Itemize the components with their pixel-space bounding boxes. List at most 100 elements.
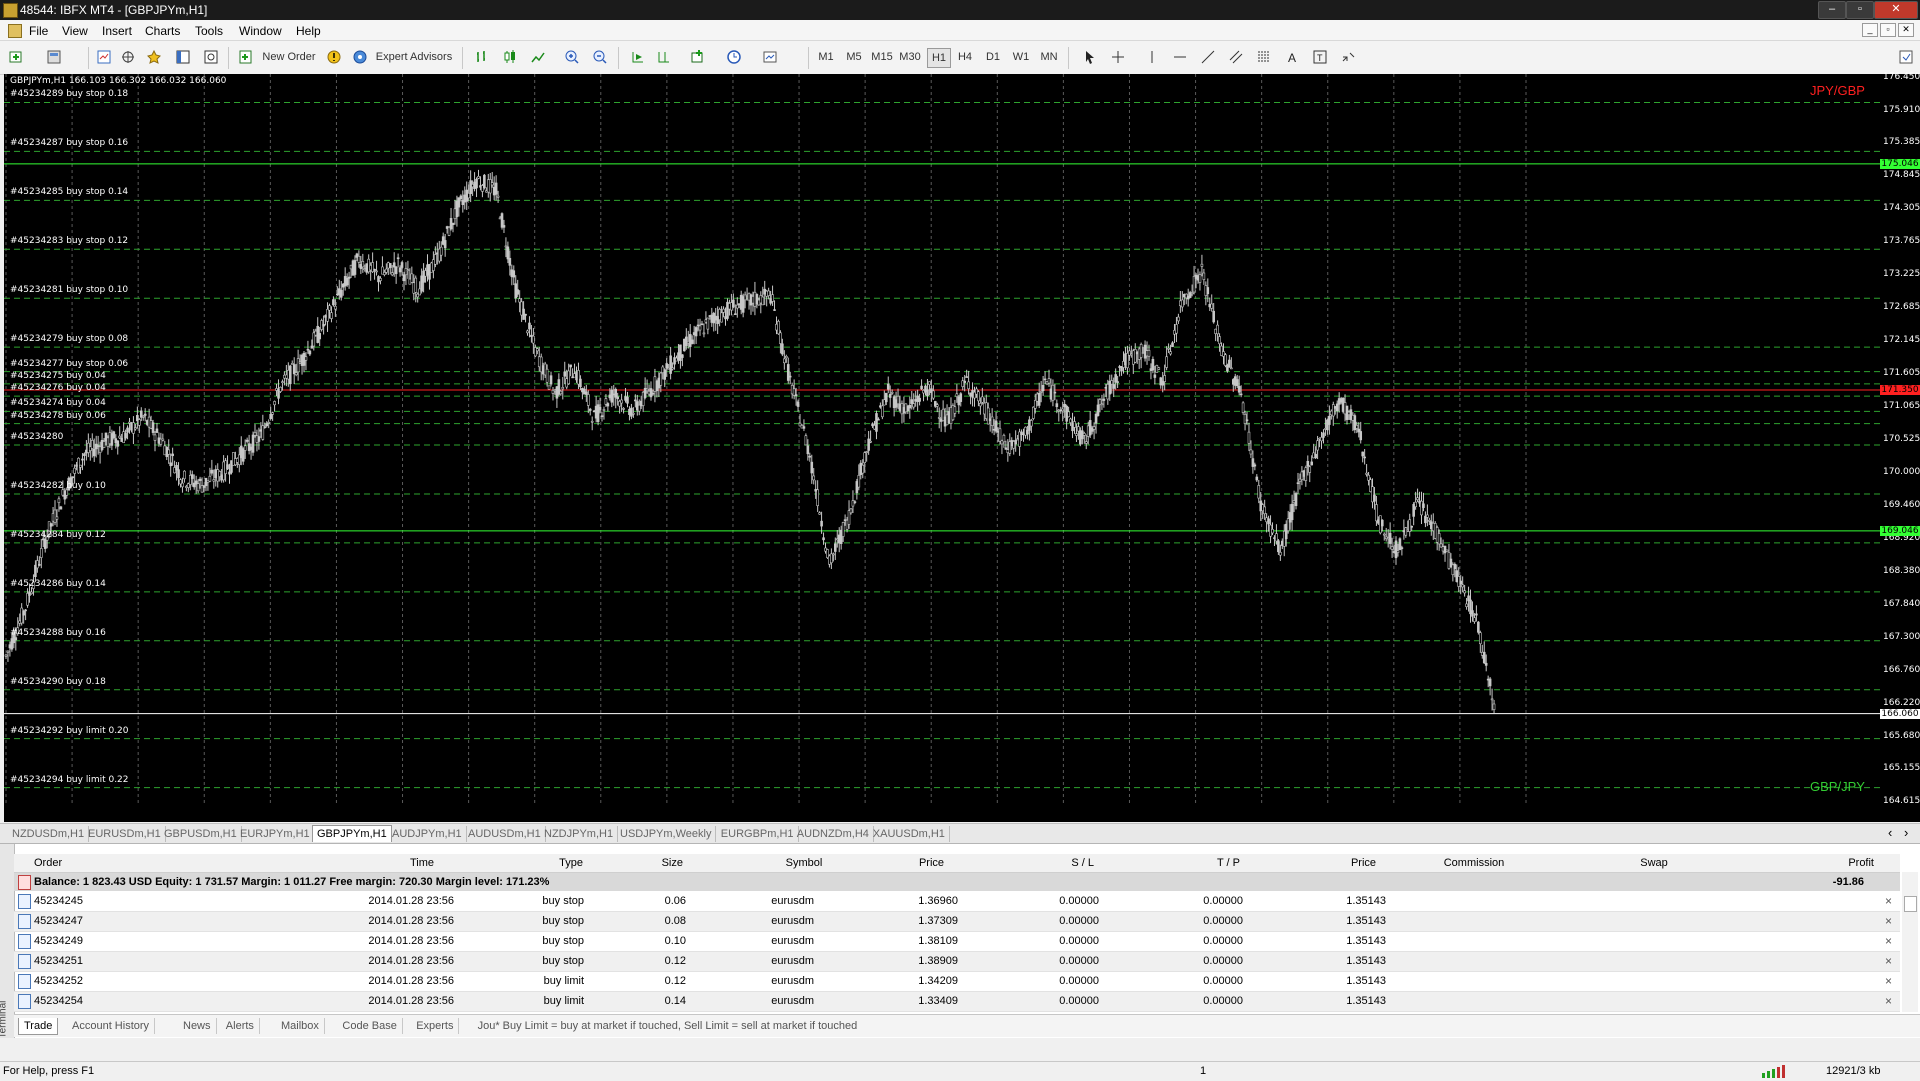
close-order-icon[interactable]: × <box>1885 994 1892 1008</box>
column-header[interactable]: Commission <box>1414 857 1534 869</box>
line-chart-icon[interactable] <box>530 49 546 65</box>
column-header[interactable]: T / P <box>1120 857 1240 869</box>
chart-tab[interactable]: GBPJPYm,H1 <box>312 825 392 842</box>
doc-minimize-icon[interactable]: _ <box>1862 23 1878 37</box>
fibonacci-icon[interactable] <box>1256 49 1272 65</box>
navigator-icon[interactable] <box>146 49 162 65</box>
chart-tab[interactable]: AUDUSDm,H1 <box>464 826 546 842</box>
chart-tab[interactable]: XAUUSDm,H1 <box>869 826 950 842</box>
chart-tab[interactable]: EURJPYm,H1 <box>236 826 315 842</box>
close-order-icon[interactable]: × <box>1885 934 1892 948</box>
table-row[interactable]: 45234251 2014.01.28 23:56 buy stop 0.12 euru… <box>14 952 1900 972</box>
close-order-icon[interactable]: × <box>1885 914 1892 928</box>
close-order-icon[interactable]: × <box>1885 974 1892 988</box>
orders-scrollbar[interactable] <box>1902 872 1918 1012</box>
chart-tab[interactable]: GBPUSDm,H1 <box>160 826 242 842</box>
auto-scroll-icon[interactable] <box>630 49 646 65</box>
close-button[interactable]: ✕ <box>1874 1 1918 19</box>
maximize-button[interactable]: ▫ <box>1846 1 1874 19</box>
column-header[interactable]: Price <box>824 857 944 869</box>
new-chart-icon[interactable] <box>8 49 24 65</box>
chart-tab[interactable]: NZDJPYm,H1 <box>540 826 619 842</box>
chart-tab[interactable]: EURGBPm,H1 <box>717 826 799 842</box>
document-menu-icon[interactable] <box>8 24 22 38</box>
terminal-tab[interactable]: Trade <box>18 1018 59 1035</box>
table-row[interactable]: 45234252 2014.01.28 23:56 buy limit 0.12 eur… <box>14 972 1900 992</box>
timeframe-m15[interactable]: M15 <box>869 48 895 66</box>
new-order-button[interactable]: New Order <box>258 48 320 66</box>
timeframe-h1[interactable]: H1 <box>927 48 951 68</box>
menu-window[interactable]: Window <box>239 24 282 38</box>
toolbar-customize-icon[interactable] <box>1898 49 1914 65</box>
menu-insert[interactable]: Insert <box>102 24 132 38</box>
menu-file[interactable]: File <box>29 24 48 38</box>
text-icon[interactable]: A <box>1284 49 1300 65</box>
terminal-tab[interactable]: Experts <box>411 1018 460 1034</box>
terminal-tab[interactable]: Account History <box>67 1018 156 1034</box>
terminal-tab[interactable]: Alerts <box>221 1018 260 1034</box>
expert-advisors-icon[interactable] <box>352 49 368 65</box>
table-row[interactable]: 45234247 2014.01.28 23:56 buy stop 0.08 euru… <box>14 912 1900 932</box>
table-row[interactable]: 45234245 2014.01.28 23:56 buy stop 0.06 euru… <box>14 892 1900 912</box>
chart-tab[interactable]: USDJPYm,Weekly <box>616 826 717 842</box>
timeframe-m1[interactable]: M1 <box>815 48 837 66</box>
chart-tab[interactable]: NZDUSDm,H1 <box>8 826 90 842</box>
zoom-in-icon[interactable] <box>564 49 580 65</box>
menu-view[interactable]: View <box>62 24 88 38</box>
chart-tab[interactable]: AUDNZDm,H4 <box>793 826 874 842</box>
arrows-icon[interactable] <box>1340 49 1356 65</box>
timeframe-m5[interactable]: M5 <box>843 48 865 66</box>
terminal-tab[interactable]: Code Base <box>337 1018 403 1034</box>
tabs-scroll-left-icon[interactable]: ‹ <box>1888 825 1892 840</box>
table-row[interactable]: 45234254 2014.01.28 23:56 buy limit 0.14 eur… <box>14 992 1900 1012</box>
equidistant-channel-icon[interactable] <box>1228 49 1244 65</box>
menu-tools[interactable]: Tools <box>195 24 223 38</box>
doc-close-icon[interactable]: ✕ <box>1898 23 1914 37</box>
close-order-icon[interactable]: × <box>1885 894 1892 908</box>
data-window-icon[interactable] <box>120 49 136 65</box>
column-header[interactable]: Profit <box>1754 857 1874 869</box>
column-header[interactable]: Price <box>1256 857 1376 869</box>
terminal-icon[interactable] <box>175 49 191 65</box>
chart-shift-icon[interactable] <box>656 49 672 65</box>
menu-help[interactable]: Help <box>296 24 321 38</box>
strategy-tester-icon[interactable] <box>203 49 219 65</box>
timeframe-d1[interactable]: D1 <box>982 48 1004 66</box>
price-chart[interactable]: GBPJPYm,H1 166.103 166.302 166.032 166.0… <box>4 74 1880 892</box>
periods-icon[interactable] <box>726 49 742 65</box>
new-order-icon[interactable] <box>238 49 254 65</box>
column-header[interactable]: Time <box>314 857 434 869</box>
scrollbar-thumb[interactable] <box>1904 896 1917 912</box>
tabs-scroll-right-icon[interactable]: › <box>1904 825 1908 840</box>
bar-chart-icon[interactable] <box>474 49 490 65</box>
horizontal-line-icon[interactable] <box>1172 49 1188 65</box>
trendline-icon[interactable] <box>1200 49 1216 65</box>
timeframe-m30[interactable]: M30 <box>896 48 924 66</box>
close-order-icon[interactable]: × <box>1885 954 1892 968</box>
expert-advisors-button[interactable]: Expert Advisors <box>372 48 456 66</box>
crosshair-icon[interactable] <box>1110 49 1126 65</box>
terminal-tab[interactable]: News <box>178 1018 217 1034</box>
candlesticks-icon[interactable] <box>502 49 518 65</box>
terminal-tab[interactable]: Mailbox <box>276 1018 325 1034</box>
timeframe-h4[interactable]: H4 <box>954 48 976 66</box>
table-row[interactable]: 45234249 2014.01.28 23:56 buy stop 0.10 euru… <box>14 932 1900 952</box>
minimize-button[interactable]: – <box>1818 1 1846 19</box>
alert-icon[interactable] <box>326 49 342 65</box>
journal-message[interactable]: Jou* Buy Limit = buy at market if touche… <box>473 1018 863 1034</box>
timeframe-w1[interactable]: W1 <box>1010 48 1032 66</box>
column-header[interactable]: Size <box>563 857 683 869</box>
templates-icon[interactable] <box>762 49 778 65</box>
chart-tab[interactable]: EURUSDm,H1 <box>84 826 166 842</box>
column-header[interactable]: Swap <box>1594 857 1714 869</box>
cursor-icon[interactable] <box>1082 49 1098 65</box>
timeframe-mn[interactable]: MN <box>1037 48 1061 66</box>
menu-charts[interactable]: Charts <box>145 24 180 38</box>
vertical-line-icon[interactable] <box>1144 49 1160 65</box>
doc-restore-icon[interactable]: ▫ <box>1880 23 1896 37</box>
chart-tab[interactable]: AUDJPYm,H1 <box>388 826 467 842</box>
market-watch-icon[interactable] <box>96 49 112 65</box>
text-label-icon[interactable]: T <box>1312 49 1328 65</box>
indicators-icon[interactable] <box>690 49 706 65</box>
column-header[interactable]: Order <box>34 857 62 869</box>
